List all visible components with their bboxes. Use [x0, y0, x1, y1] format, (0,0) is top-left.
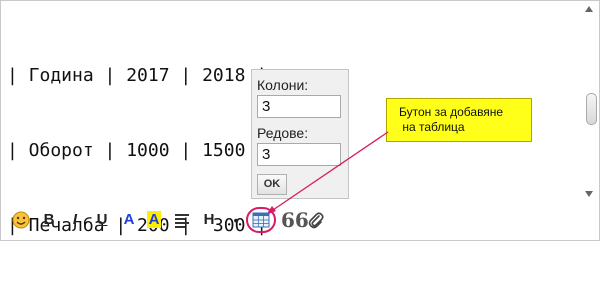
- highlight-label: A: [146, 211, 162, 228]
- scroll-up-icon[interactable]: [585, 6, 593, 12]
- columns-input[interactable]: [257, 95, 341, 118]
- text-color-button[interactable]: A: [120, 209, 138, 231]
- quote-icon[interactable]: 66: [281, 209, 309, 231]
- formatting-toolbar: B I U A A H • 66: [0, 204, 600, 237]
- scroll-down-icon[interactable]: [585, 191, 593, 197]
- columns-label: Колони:: [257, 77, 309, 93]
- italic-button[interactable]: I: [66, 209, 84, 231]
- emoji-icon[interactable]: [12, 209, 30, 231]
- attachment-icon[interactable]: [307, 209, 325, 231]
- heading-button[interactable]: H: [200, 209, 218, 231]
- underline-button[interactable]: U: [93, 209, 111, 231]
- insert-table-popup: Колони: Редове: OK: [251, 69, 349, 199]
- callout-line-2: на таблица: [399, 120, 465, 134]
- align-icon[interactable]: [173, 209, 191, 231]
- ok-button[interactable]: OK: [257, 174, 287, 195]
- vertical-scrollbar[interactable]: [584, 3, 597, 199]
- highlight-button[interactable]: A: [145, 209, 163, 231]
- callout-annotation: Бутон за добавяне на таблица: [386, 98, 532, 142]
- rows-input[interactable]: [257, 143, 341, 166]
- bold-button[interactable]: B: [40, 209, 58, 231]
- bullet-list-button[interactable]: •: [227, 209, 245, 231]
- scrollbar-thumb[interactable]: [586, 93, 597, 125]
- table-button-highlight-ring: [246, 207, 276, 233]
- callout-line-1: Бутон за добавяне: [399, 105, 504, 119]
- rows-label: Редове:: [257, 125, 309, 141]
